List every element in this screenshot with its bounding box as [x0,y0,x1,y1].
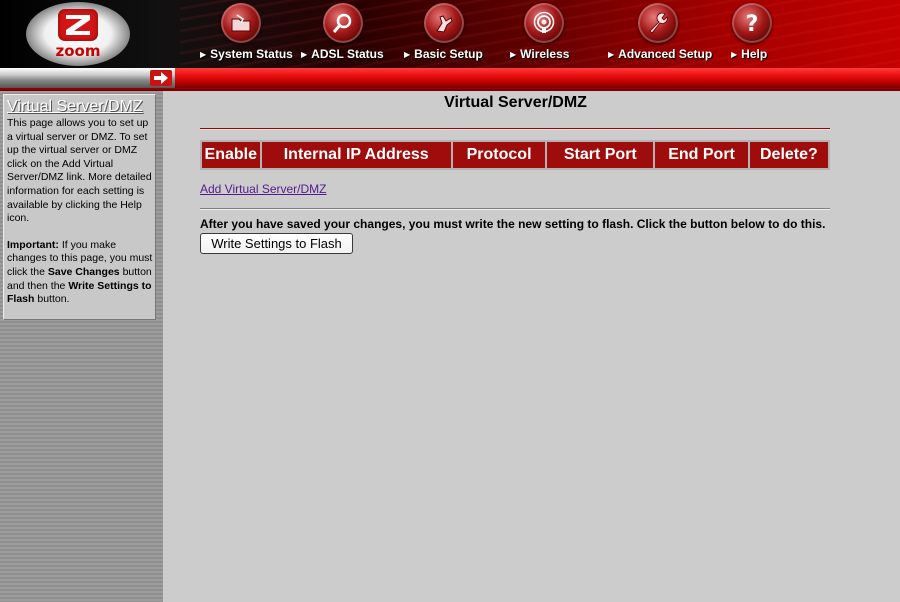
nav-label[interactable]: ▶ ADSL Status [301,47,384,61]
column-header-enable: Enable [202,142,260,168]
wrench-icon[interactable] [638,3,678,43]
flash-instructions: After you have saved your changes, you m… [200,217,826,231]
nav-label[interactable]: ▶ Advanced Setup [608,47,712,61]
nav-label[interactable]: ▶ System Status [200,47,293,61]
arrow-right-icon [150,70,172,86]
column-header-delete: Delete? [749,142,828,168]
section-divider [200,208,830,210]
sidebar: Virtual Server/DMZ This page allows you … [0,91,163,602]
column-header-end-port: End Port [655,142,748,168]
help-title: Virtual Server/DMZ [7,98,143,115]
help-panel: Virtual Server/DMZ This page allows you … [3,94,156,320]
page-title: Virtual Server/DMZ [444,94,587,111]
help-important: Important: If you make changes to this p… [7,238,153,306]
table-header-row: Enable Internal IP Address Protocol Star… [202,142,828,168]
write-settings-to-flash-button[interactable]: Write Settings to Flash [200,233,353,254]
title-divider [200,128,830,130]
header-red-bar [175,68,900,88]
question-icon[interactable]: ? [732,3,772,43]
nav-label[interactable]: ▶ Basic Setup [404,47,483,61]
nav-label[interactable]: ▶ Wireless [510,47,569,61]
virtual-server-table: Enable Internal IP Address Protocol Star… [200,140,830,170]
add-virtual-server-link[interactable]: Add Virtual Server/DMZ [200,182,327,196]
hand-icon[interactable] [424,3,464,43]
main-content: Virtual Server/DMZ Enable Internal IP Ad… [163,91,900,602]
main-nav: ▶ System Status ▶ ADSL Status ▶ Basic Setup… [0,0,900,68]
magnifier-icon[interactable] [323,3,363,43]
sidebar-header-bar [0,68,175,88]
column-header-internal-ip: Internal IP Address [261,142,451,168]
svg-text:?: ? [746,12,759,35]
column-header-start-port: Start Port [547,142,654,168]
wireless-icon[interactable] [524,3,564,43]
column-header-protocol: Protocol [452,142,546,168]
folder-icon[interactable] [221,3,261,43]
header-banner: zoom ▶ System Status ▶ ADSL Status ▶ Basic … [0,0,900,68]
help-description: This page allows you to set up a virtual… [7,117,152,225]
nav-label[interactable]: ▶ Help [731,47,767,61]
